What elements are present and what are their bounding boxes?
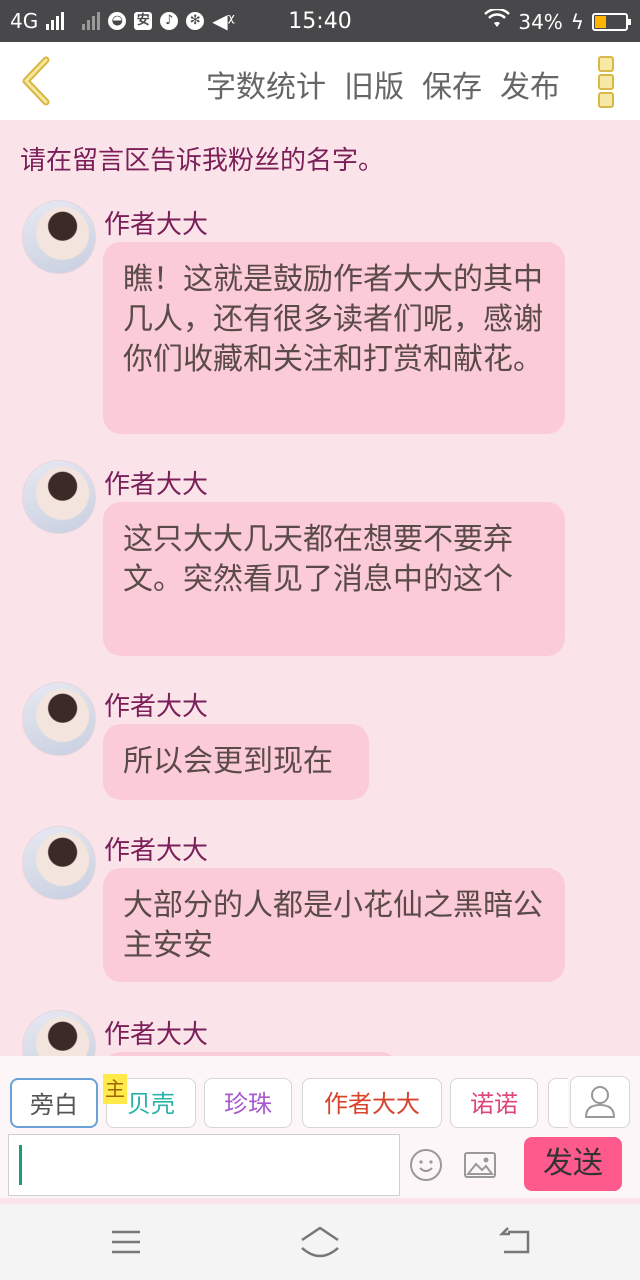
sender-name: 作者大大 [104,692,209,722]
charging-icon: ϟ [570,9,584,34]
status-bar: 4G ◒ 安 ♪ ✻ ◀ᵡ 15:40 34% ϟ [0,0,640,42]
message-input[interactable] [8,1134,400,1196]
add-role-button[interactable] [570,1076,630,1128]
smiley-icon [419,1160,433,1172]
emoji-button[interactable] [410,1149,442,1181]
battery-icon [592,12,631,31]
home-icon [301,1226,339,1258]
avatar[interactable] [22,682,96,756]
role-label: 贝壳 [127,1090,175,1118]
chevron-left-icon [22,56,50,106]
dot-icon [598,56,614,72]
message-bubble[interactable]: 这只大大几天都在想要不要弃文。突然看见了消息中的这个 [103,502,565,656]
home-button[interactable] [298,1224,342,1260]
role-nuonuo[interactable]: 诺诺 [450,1078,538,1128]
word-count-button[interactable]: 字数统计 [206,62,326,106]
message-bubble[interactable]: 所以会更到现在 [103,724,369,800]
sender-name: 作者大大 [104,470,209,500]
role-author[interactable]: 作者大大 [302,1078,442,1128]
sender-name: 作者大大 [104,836,209,866]
send-button[interactable]: 发送 [524,1137,622,1191]
battery-percent: 34% [518,9,563,34]
back-nav-button[interactable] [496,1224,536,1260]
back-button[interactable] [14,54,64,108]
image-button[interactable] [464,1152,496,1178]
more-menu-button[interactable] [598,56,614,108]
role-narration[interactable]: 旁白 [10,1078,98,1128]
role-zhenzhu[interactable]: 珍珠 [204,1078,292,1128]
notice-text: 请在留言区告诉我粉丝的名字。 [20,146,385,176]
old-version-button[interactable]: 旧版 [344,62,404,106]
sender-name: 作者大大 [104,210,209,240]
save-button[interactable]: 保存 [422,62,482,106]
dot-icon [598,92,614,108]
image-icon [465,1157,494,1175]
avatar[interactable] [22,826,96,900]
wifi-icon [484,7,511,34]
role-next-partial[interactable] [548,1078,568,1128]
menu-icon [112,1230,140,1254]
return-icon [498,1227,530,1254]
message-bubble[interactable]: 瞧！这就是鼓励作者大大的其中几人，还有很多读者们呢，感谢你们收藏和关注和打赏和献… [103,242,565,434]
message-bubble[interactable]: 大部分的人都是小花仙之黑暗公主安安 [103,868,565,982]
text-cursor [19,1145,22,1185]
menu-button[interactable] [106,1224,146,1260]
dot-icon [598,74,614,90]
main-role-badge: 主 [103,1074,127,1104]
publish-button[interactable]: 发布 [500,62,560,106]
editor-header: 字数统计 旧版 保存 发布 [0,42,640,120]
sender-name: 作者大大 [104,1020,209,1050]
system-nav-bar [0,1204,640,1280]
user-icon [584,1086,616,1118]
avatar[interactable] [22,460,96,534]
avatar[interactable] [22,200,96,274]
